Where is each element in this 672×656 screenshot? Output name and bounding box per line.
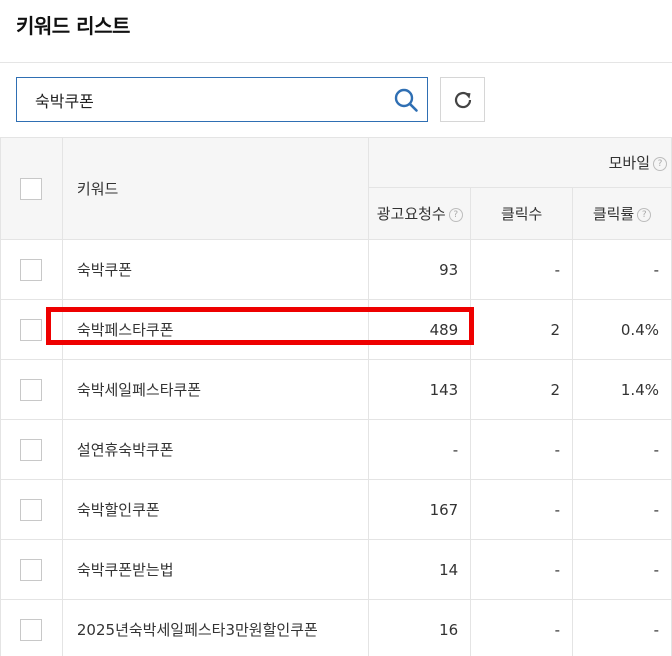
keyword-cell: 설연휴숙박쿠폰	[61, 419, 370, 480]
ctr-cell: 1.4%	[572, 359, 672, 420]
search-icon[interactable]	[393, 87, 419, 113]
impressions-cell: 93	[368, 239, 472, 300]
clicks-cell: -	[470, 599, 574, 656]
clicks-cell: -	[470, 419, 574, 480]
clicks-header: 클릭수	[470, 187, 574, 240]
clicks-cell: -	[470, 239, 574, 300]
table-row: 숙박할인쿠폰 167 - -	[0, 479, 672, 540]
row-select-cell	[0, 359, 63, 420]
clicks-cell: -	[470, 539, 574, 600]
select-all-checkbox[interactable]	[20, 177, 43, 200]
keyword-cell: 2025년숙박세일페스타3만원할인쿠폰	[61, 599, 370, 656]
table-row: 2025년숙박세일페스타3만원할인쿠폰 16 - -	[0, 599, 672, 656]
row-checkbox[interactable]	[20, 318, 43, 341]
row-select-cell	[0, 599, 63, 656]
row-checkbox[interactable]	[20, 618, 43, 641]
ctr-cell: -	[572, 479, 672, 540]
ctr-cell: -	[572, 239, 672, 300]
table-row: 숙박쿠폰받는법 14 - -	[0, 539, 672, 600]
impressions-cell: -	[368, 419, 472, 480]
ctr-cell: -	[572, 539, 672, 600]
keyword-cell: 숙박쿠폰	[61, 239, 370, 300]
help-icon[interactable]: ?	[653, 156, 667, 171]
row-select-cell	[0, 539, 63, 600]
impressions-cell: 489	[368, 299, 472, 360]
row-checkbox[interactable]	[20, 498, 43, 521]
ctr-cell: -	[572, 419, 672, 480]
keyword-cell: 숙박페스타쿠폰	[61, 299, 370, 360]
row-select-cell	[0, 419, 63, 480]
mobile-group-label: 모바일	[608, 154, 650, 172]
impressions-cell: 14	[368, 539, 472, 600]
impressions-cell: 167	[368, 479, 472, 540]
table-row: 숙박쿠폰 93 - -	[0, 239, 672, 300]
ctr-cell: 0.4%	[572, 299, 672, 360]
row-checkbox[interactable]	[20, 558, 43, 581]
keyword-table: 키워드 모바일? 광고요청수? 클릭수 클릭률? 숙박쿠폰 93 - - 숙박페…	[0, 137, 672, 656]
impressions-header: 광고요청수?	[368, 187, 472, 240]
row-checkbox[interactable]	[20, 438, 43, 461]
refresh-icon	[454, 91, 471, 108]
clicks-header-label: 클릭수	[500, 205, 543, 223]
clicks-cell: 2	[470, 299, 574, 360]
table-row: 숙박페스타쿠폰 489 2 0.4%	[0, 299, 672, 360]
help-icon[interactable]: ?	[637, 207, 652, 222]
keyword-header: 키워드	[61, 137, 370, 240]
keyword-cell: 숙박쿠폰받는법	[61, 539, 370, 600]
table-row: 숙박세일페스타쿠폰 143 2 1.4%	[0, 359, 672, 420]
keyword-cell: 숙박할인쿠폰	[61, 479, 370, 540]
row-select-cell	[0, 299, 63, 360]
row-checkbox[interactable]	[20, 258, 43, 281]
title-divider	[0, 62, 672, 63]
row-checkbox[interactable]	[20, 378, 43, 401]
impressions-cell: 16	[368, 599, 472, 656]
impressions-header-label: 광고요청수	[376, 205, 446, 223]
clicks-cell: -	[470, 479, 574, 540]
ctr-header-label: 클릭률	[592, 205, 635, 223]
select-all-cell	[0, 137, 63, 240]
impressions-cell: 143	[368, 359, 472, 420]
refresh-button[interactable]	[440, 77, 485, 122]
mobile-group-header: 모바일?	[368, 137, 672, 188]
help-icon[interactable]: ?	[448, 207, 463, 222]
search-box[interactable]	[16, 77, 428, 122]
keyword-cell: 숙박세일페스타쿠폰	[61, 359, 370, 420]
row-select-cell	[0, 239, 63, 300]
ctr-header: 클릭률?	[572, 187, 672, 240]
search-input[interactable]	[35, 78, 385, 121]
table-row: 설연휴숙박쿠폰 - - -	[0, 419, 672, 480]
clicks-cell: 2	[470, 359, 574, 420]
page-title: 키워드 리스트	[16, 14, 130, 38]
ctr-cell: -	[572, 599, 672, 656]
row-select-cell	[0, 479, 63, 540]
